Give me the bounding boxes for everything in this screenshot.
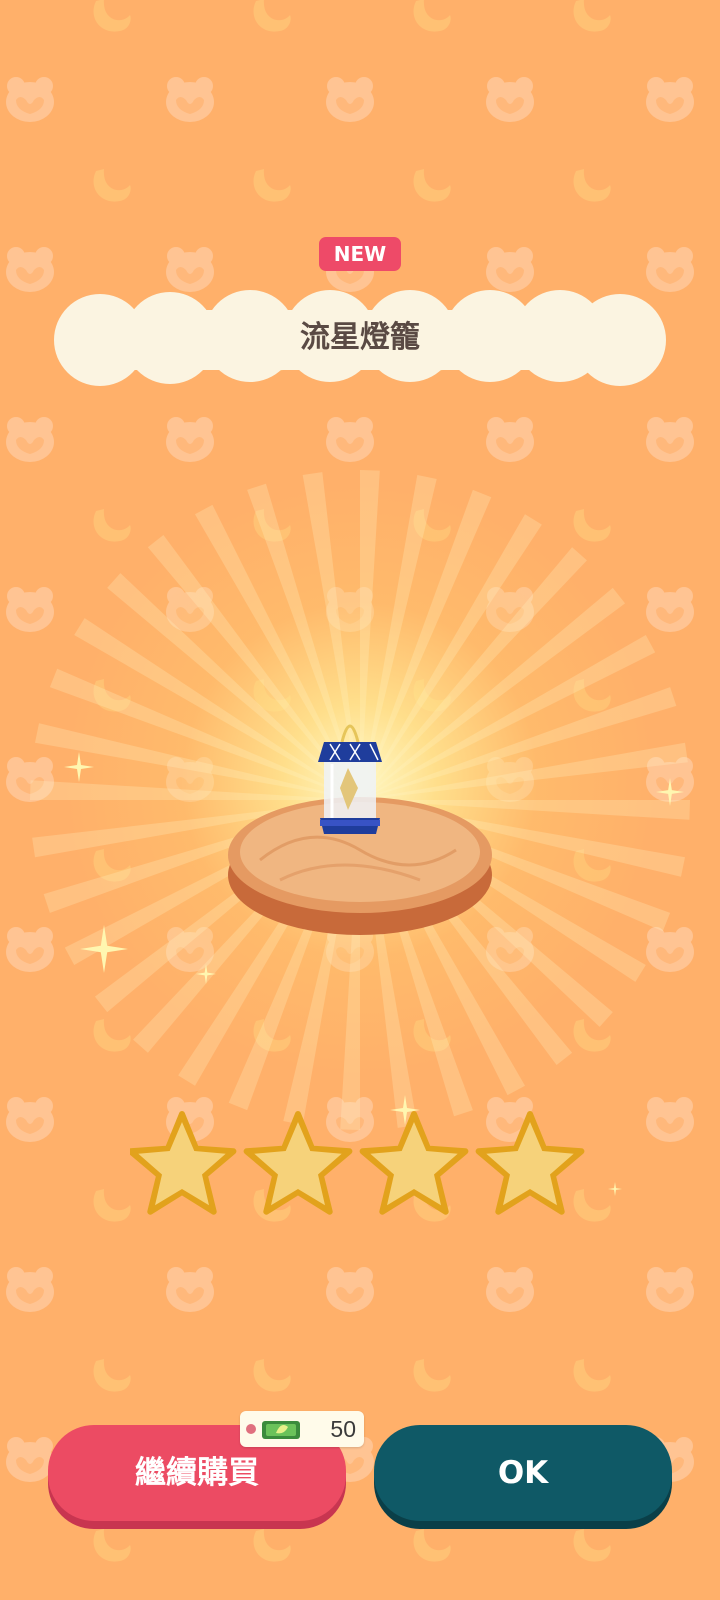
star-rating [130, 1111, 585, 1215]
tag-hole [246, 1424, 256, 1434]
sparkle-icon [196, 964, 216, 984]
sparkle-icon [656, 778, 684, 806]
item-name: 流星燈籠 [300, 320, 420, 355]
new-badge: NEW [319, 237, 401, 271]
price-value: 50 [330, 1416, 356, 1442]
sparkle-icon [64, 752, 94, 782]
lantern-icon [318, 724, 382, 834]
ok-button[interactable]: OK [374, 1425, 672, 1521]
item-display [228, 724, 492, 935]
sparkle-icon [608, 1182, 622, 1196]
leaf-ticket-icon [262, 1421, 300, 1439]
price-tag: 50 [240, 1411, 364, 1447]
sparkle-icon [80, 925, 128, 973]
